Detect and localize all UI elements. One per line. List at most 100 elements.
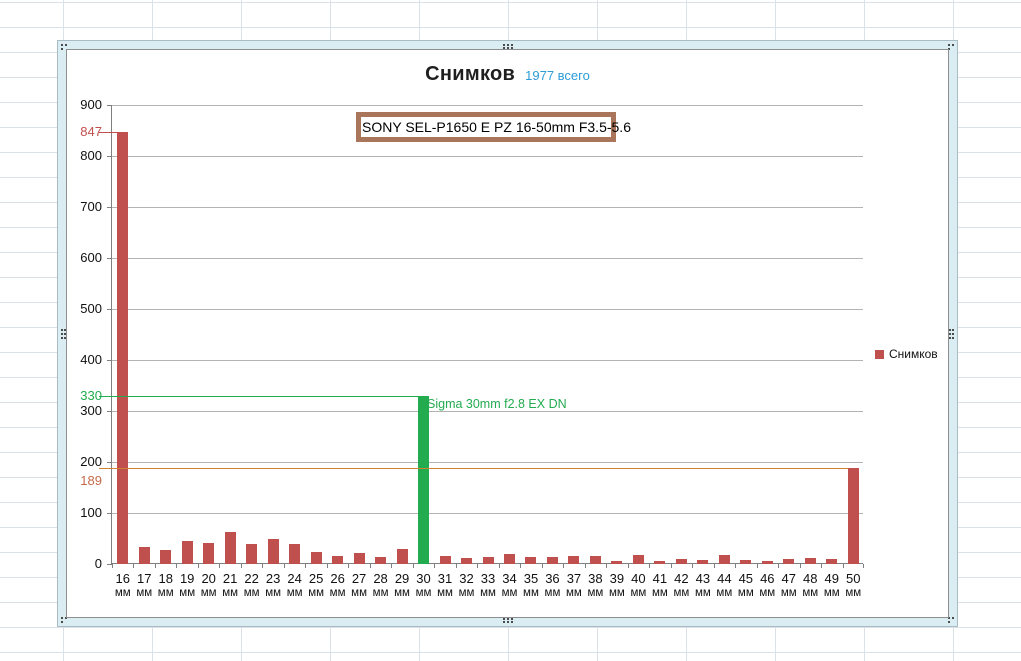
bar-32mm[interactable]: [461, 558, 472, 564]
x-axis-label: 38мм: [585, 571, 606, 601]
x-axis-tick: [370, 564, 371, 568]
bar-35mm[interactable]: [525, 557, 536, 564]
bar-34mm[interactable]: [504, 554, 515, 564]
legend[interactable]: Снимков: [875, 347, 938, 361]
bar-18mm[interactable]: [160, 550, 171, 564]
x-axis-tick: [863, 564, 864, 568]
y-axis-label: 500: [50, 300, 102, 318]
x-axis-tick: [434, 564, 435, 568]
lens-annotation-box[interactable]: SONY SEL-P1650 E PZ 16-50mm F3.5-5.6: [356, 112, 616, 142]
x-axis-label: 40мм: [628, 571, 649, 601]
resize-handle-top-right[interactable]: [948, 44, 950, 46]
x-axis-tick: [692, 564, 693, 568]
bar-20mm[interactable]: [203, 543, 214, 564]
plot-gridline: [112, 360, 863, 361]
x-axis-label: 41мм: [649, 571, 670, 601]
x-axis-label: 44мм: [714, 571, 735, 601]
bar-27mm[interactable]: [354, 553, 365, 564]
y-axis-label: 600: [50, 249, 102, 267]
x-axis-tick: [413, 564, 414, 568]
callout-label-847: 847: [50, 123, 102, 141]
bar-25mm[interactable]: [311, 552, 322, 564]
lens-annotation-text: SONY SEL-P1650 E PZ 16-50mm F3.5-5.6: [362, 119, 631, 135]
bar-22mm[interactable]: [246, 544, 257, 564]
y-axis-label: 200: [50, 453, 102, 471]
bar-47mm[interactable]: [783, 559, 794, 564]
bar-37mm[interactable]: [568, 556, 579, 564]
bar-41mm[interactable]: [654, 561, 665, 564]
resize-handle-left[interactable]: [61, 329, 63, 331]
x-axis-tick: [520, 564, 521, 568]
bar-33mm[interactable]: [483, 557, 494, 564]
callout-line-189: [99, 468, 848, 469]
chart-subtitle: 1977 всего: [525, 68, 590, 83]
y-axis-label: 100: [50, 504, 102, 522]
resize-handle-bottom-left[interactable]: [61, 617, 63, 619]
x-axis-label: 22мм: [241, 571, 262, 601]
callout-line-330: [99, 396, 418, 397]
resize-handle-right[interactable]: [949, 329, 951, 331]
bar-24mm[interactable]: [289, 544, 300, 564]
bar-48mm[interactable]: [805, 558, 816, 564]
bar-23mm[interactable]: [268, 539, 279, 565]
y-axis-tick: [107, 360, 112, 361]
x-axis-tick: [327, 564, 328, 568]
x-axis-tick: [176, 564, 177, 568]
x-axis-tick: [649, 564, 650, 568]
bar-46mm[interactable]: [762, 561, 773, 564]
callout-label-189: 189: [50, 472, 102, 490]
bar-30mm[interactable]: [418, 396, 429, 564]
y-axis-tick: [107, 207, 112, 208]
bar-29mm[interactable]: [397, 549, 408, 564]
x-axis-label: 50мм: [843, 571, 864, 601]
x-axis-tick: [585, 564, 586, 568]
bar-17mm[interactable]: [139, 547, 150, 564]
bar-26mm[interactable]: [332, 556, 343, 564]
bar-40mm[interactable]: [633, 555, 644, 564]
bar-16mm[interactable]: [117, 132, 128, 564]
bar-50mm[interactable]: [848, 468, 859, 564]
x-axis-label: 37мм: [563, 571, 584, 601]
x-axis-label: 24мм: [284, 571, 305, 601]
bar-36mm[interactable]: [547, 557, 558, 564]
sigma-annotation[interactable]: Sigma 30mm f2.8 EX DN: [427, 397, 567, 411]
plot-gridline: [112, 309, 863, 310]
bar-44mm[interactable]: [719, 555, 730, 564]
x-axis-label: 21мм: [219, 571, 240, 601]
chart-title-block[interactable]: Снимков 1977 всего: [67, 63, 948, 86]
bar-28mm[interactable]: [375, 557, 386, 564]
resize-handle-top[interactable]: [503, 44, 505, 46]
x-axis-label: 42мм: [671, 571, 692, 601]
bar-45mm[interactable]: [740, 560, 751, 564]
bar-38mm[interactable]: [590, 556, 601, 564]
bar-19mm[interactable]: [182, 541, 193, 564]
x-axis-tick: [800, 564, 801, 568]
chart-title: Снимков: [425, 63, 515, 85]
x-axis-tick: [757, 564, 758, 568]
bar-31mm[interactable]: [440, 556, 451, 564]
x-axis-tick: [155, 564, 156, 568]
x-axis-label: 29мм: [391, 571, 412, 601]
x-axis-label: 43мм: [692, 571, 713, 601]
x-axis-label: 30мм: [413, 571, 434, 601]
x-axis-tick: [714, 564, 715, 568]
bar-43mm[interactable]: [697, 560, 708, 564]
resize-handle-bottom[interactable]: [503, 618, 505, 620]
y-axis-label: 0: [50, 555, 102, 573]
chart-object-frame[interactable]: Снимков1977 всего 0100200300400500600700…: [57, 40, 958, 627]
bar-42mm[interactable]: [676, 559, 687, 564]
x-axis-tick: [112, 564, 113, 568]
x-axis-tick: [133, 564, 134, 568]
x-axis-tick: [241, 564, 242, 568]
x-axis-tick: [671, 564, 672, 568]
x-axis-label: 31мм: [434, 571, 455, 601]
bar-21mm[interactable]: [225, 532, 236, 564]
x-axis-label: 25мм: [305, 571, 326, 601]
x-axis-label: 20мм: [198, 571, 219, 601]
x-axis-label: 18мм: [155, 571, 176, 601]
x-axis-label: 23мм: [262, 571, 283, 601]
resize-handle-top-left[interactable]: [61, 44, 63, 46]
bar-49mm[interactable]: [826, 559, 837, 564]
x-axis-label: 28мм: [370, 571, 391, 601]
bar-39mm[interactable]: [611, 561, 622, 564]
